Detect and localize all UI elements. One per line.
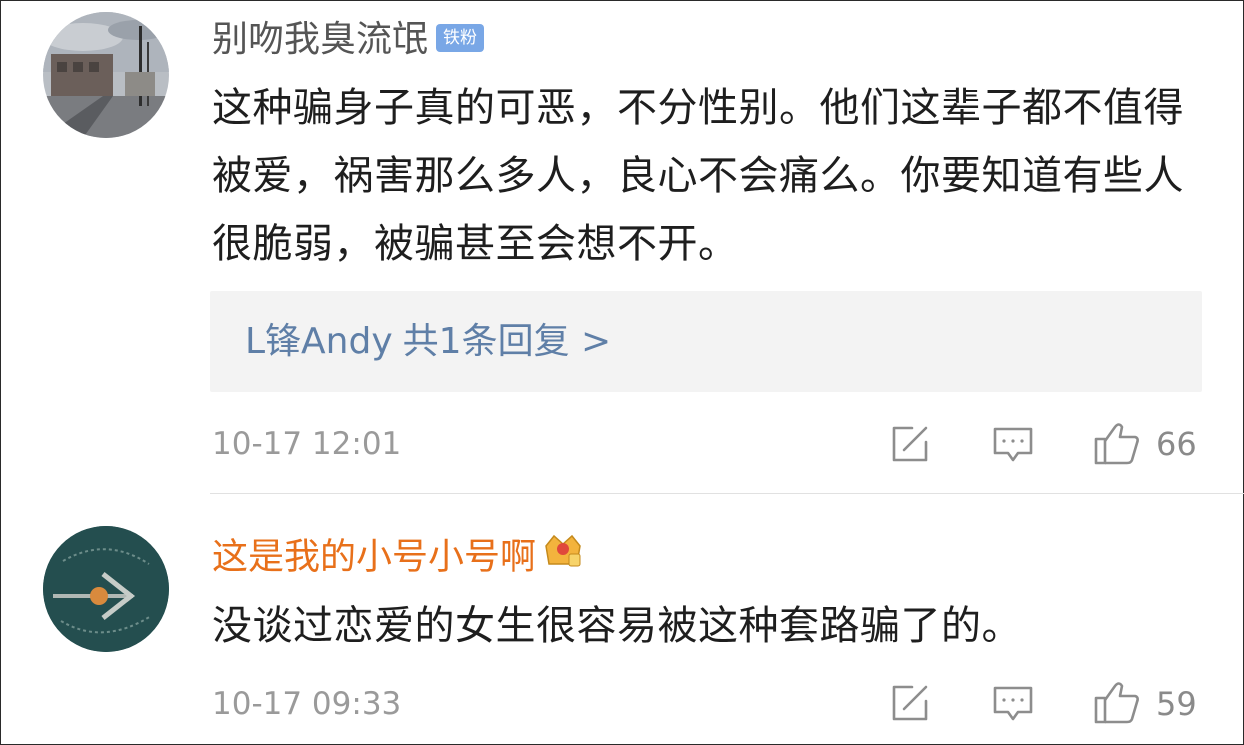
reply-preview[interactable]: L锋Andy 共1条回复 > [210,291,1202,392]
username[interactable]: 别吻我臭流氓 铁粉 [212,18,485,62]
timestamp: 10-17 12:01 [212,426,402,462]
comment-icon[interactable] [991,423,1035,467]
reply-summary[interactable]: 共1条回复 > [403,321,612,362]
anchor-avatar-image [43,526,169,652]
username-text[interactable]: 别吻我臭流氓 [212,19,428,60]
comment-icon[interactable] [991,682,1035,726]
fan-badge: 铁粉 [436,24,485,52]
share-edit-icon[interactable] [888,422,932,466]
street-scene-avatar-image [43,12,169,138]
comment-divider [210,493,1244,494]
like-count: 66 [1156,425,1197,463]
username[interactable]: 这是我的小号小号啊 [212,533,584,584]
thumbs-up-icon[interactable] [1093,419,1141,467]
avatar[interactable] [43,12,169,138]
share-edit-icon[interactable] [888,681,932,725]
username-text[interactable]: 这是我的小号小号啊 [212,537,536,578]
vip-crown-icon [542,530,584,581]
avatar[interactable] [43,526,169,652]
reply-author[interactable]: L锋Andy [245,321,393,362]
like-count: 59 [1156,685,1197,723]
comment-text: 没谈过恋爱的女生很容易被这种套路骗了的。 [212,603,1022,649]
timestamp: 10-17 09:33 [212,686,402,722]
thumbs-up-icon[interactable] [1093,678,1141,726]
comment-text: 这种骗身子真的可恶，不分性别。他们这辈子都不值得被爱，祸害那么多人，良心不会痛么… [212,85,1184,267]
reply-link[interactable]: L锋Andy 共1条回复 > [245,320,621,364]
